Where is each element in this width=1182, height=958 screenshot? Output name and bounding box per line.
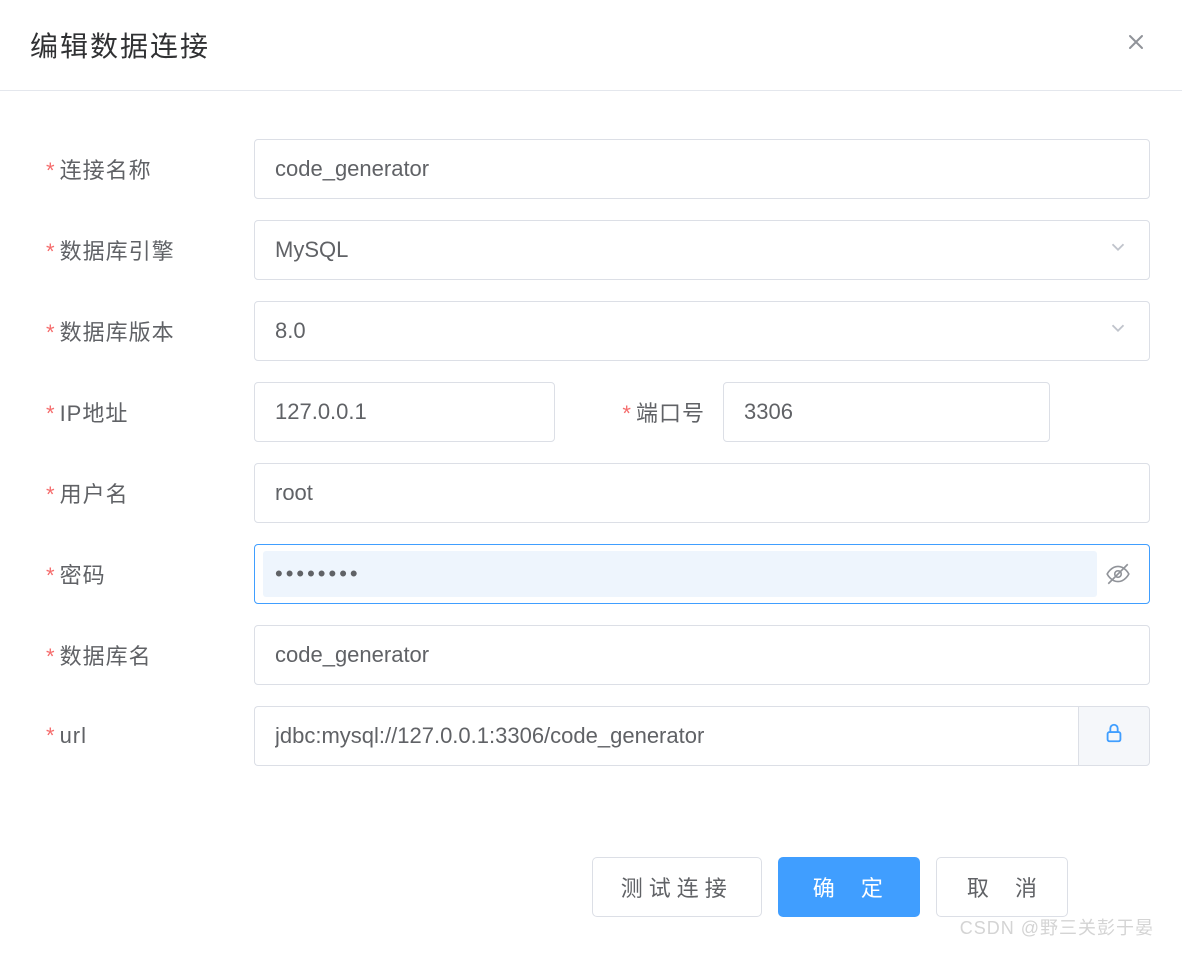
db-name-input[interactable] <box>254 625 1150 685</box>
cancel-button[interactable]: 取 消 <box>936 857 1068 917</box>
eye-off-icon[interactable] <box>1105 561 1131 587</box>
db-version-value: 8.0 <box>275 318 306 344</box>
label-username: *用户名 <box>46 477 254 509</box>
label-db-version: *数据库版本 <box>46 315 254 347</box>
row-db-engine: *数据库引擎 MySQL <box>46 220 1150 280</box>
label-port: *端口号 <box>555 396 723 428</box>
label-db-engine: *数据库引擎 <box>46 234 254 266</box>
modal-header: 编辑数据连接 <box>0 0 1182 91</box>
label-password: *密码 <box>46 558 254 590</box>
modal-title: 编辑数据连接 <box>30 25 210 65</box>
connection-name-input[interactable] <box>254 139 1150 199</box>
row-ip-port: *IP地址 *端口号 <box>46 382 1150 442</box>
row-password: *密码 <box>46 544 1150 604</box>
watermark: CSDN @野三关彭于晏 <box>960 914 1154 940</box>
label-ip: *IP地址 <box>46 396 254 428</box>
row-db-name: *数据库名 <box>46 625 1150 685</box>
row-username: *用户名 <box>46 463 1150 523</box>
test-connection-button[interactable]: 测试连接 <box>592 857 762 917</box>
label-url: *url <box>46 723 254 749</box>
label-connection-name: *连接名称 <box>46 153 254 185</box>
chevron-down-icon <box>1107 317 1129 345</box>
row-connection-name: *连接名称 <box>46 139 1150 199</box>
ip-input[interactable] <box>254 382 555 442</box>
chevron-down-icon <box>1107 236 1129 264</box>
url-input[interactable] <box>254 706 1078 766</box>
row-url: *url <box>46 706 1150 766</box>
db-engine-select[interactable]: MySQL <box>254 220 1150 280</box>
url-lock-button[interactable] <box>1078 706 1150 766</box>
password-field[interactable] <box>254 544 1150 604</box>
row-db-version: *数据库版本 8.0 <box>46 301 1150 361</box>
close-icon[interactable] <box>1120 26 1152 64</box>
form-body: *连接名称 *数据库引擎 MySQL *数据库版本 8.0 *IP地址 *端口号… <box>0 91 1182 766</box>
port-input[interactable] <box>723 382 1050 442</box>
confirm-button[interactable]: 确 定 <box>778 857 920 917</box>
lock-icon <box>1103 722 1125 750</box>
db-engine-value: MySQL <box>275 237 348 263</box>
label-db-name: *数据库名 <box>46 639 254 671</box>
username-input[interactable] <box>254 463 1150 523</box>
db-version-select[interactable]: 8.0 <box>254 301 1150 361</box>
password-input[interactable] <box>263 551 1097 597</box>
